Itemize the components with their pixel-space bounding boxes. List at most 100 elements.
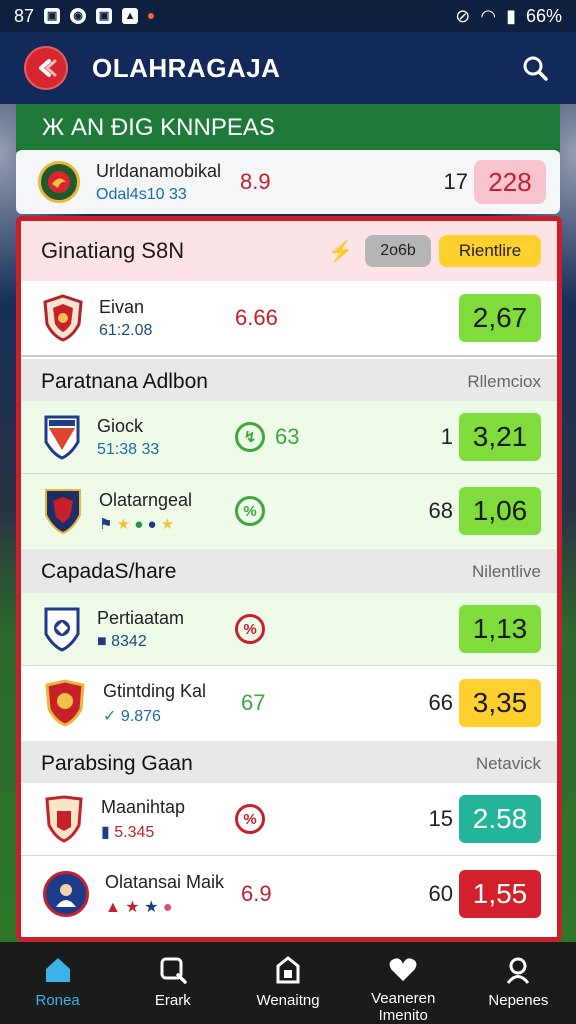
odd-number: 1 bbox=[440, 424, 453, 449]
match-row[interactable]: Olatarngeal ⚑ ★ ● ● ★ % 68 1,06 bbox=[21, 474, 557, 548]
team-logo bbox=[43, 871, 89, 917]
notification-icon: ▣ bbox=[44, 8, 61, 24]
lightning-icon: ⚡ bbox=[328, 240, 353, 263]
home-icon bbox=[45, 958, 70, 982]
nav-label: Wenaitng bbox=[256, 992, 320, 1009]
odd-button[interactable]: 1,06 bbox=[459, 487, 541, 535]
odd-button[interactable]: 2.58 bbox=[459, 795, 541, 843]
star-icon: ★ bbox=[144, 898, 159, 916]
match-row[interactable]: Pertiaatam ■ 8342 % 1,13 bbox=[21, 593, 557, 665]
team-logo bbox=[43, 487, 83, 535]
nav-betting[interactable]: Wenaitng bbox=[230, 942, 345, 1024]
nav-search[interactable]: Erark bbox=[115, 942, 230, 1024]
match-info: ▮ 5.345 bbox=[101, 822, 185, 842]
match-info-value: 9.876 bbox=[120, 707, 161, 725]
odd-number: 60 bbox=[428, 881, 453, 906]
match-info-value: 8342 bbox=[111, 632, 147, 650]
shield-crest-icon bbox=[45, 489, 81, 535]
back-button[interactable] bbox=[24, 46, 68, 90]
dot-icon: ● bbox=[134, 515, 144, 533]
live-marker-icon: % bbox=[235, 614, 265, 644]
team-name: Olatansai Maik bbox=[105, 871, 225, 892]
odd-mid: 67 bbox=[241, 690, 266, 715]
odd-mid: 6.66 bbox=[235, 305, 278, 330]
search-icon bbox=[160, 957, 187, 984]
nav-profile[interactable]: Nepenes bbox=[461, 942, 576, 1024]
match-info: 51:38 33 bbox=[97, 440, 160, 458]
star-icon: ★ bbox=[125, 898, 140, 916]
shield-crest-icon bbox=[43, 294, 83, 342]
live-pill[interactable]: Rientlire bbox=[439, 235, 541, 267]
nav-home[interactable]: Ronea bbox=[0, 942, 115, 1024]
odd-mid: 8.9 bbox=[240, 169, 271, 194]
player-emblem-icon bbox=[56, 884, 76, 907]
nav-favorites[interactable]: Veaneren Imenito bbox=[346, 942, 461, 1024]
section-header: CapadaS/hare Nilentlive bbox=[21, 549, 557, 595]
match-info-value: 5.345 bbox=[114, 823, 155, 841]
flag-icon: ▲ bbox=[105, 898, 121, 916]
shield-crest-icon bbox=[44, 607, 80, 652]
team-name: Eivan bbox=[99, 296, 145, 317]
circle-app-icon: ◉ bbox=[70, 8, 87, 24]
odd-button[interactable]: 3,21 bbox=[459, 413, 541, 461]
status-time: 87 bbox=[14, 5, 35, 26]
odd-button[interactable]: 3,35 bbox=[459, 679, 541, 727]
star-icon: ★ bbox=[116, 515, 131, 533]
shirt-icon: ■ bbox=[97, 632, 107, 650]
star-icon: ★ bbox=[160, 515, 175, 533]
odd-number: 66 bbox=[428, 690, 453, 715]
odd-mid: 6.9 bbox=[241, 881, 272, 906]
featured-header: Ginatiang S8N ⚡ 2o6b Rientlire bbox=[21, 221, 557, 281]
team-name: Maanihtap bbox=[101, 796, 186, 817]
odd-button[interactable]: 228 bbox=[474, 160, 546, 204]
section-title: Paratnana Adlbon bbox=[41, 370, 208, 393]
status-bar: 87 ▣ ◉ ▣ ▲ ⊘ ◠ ▮ 66% bbox=[0, 0, 576, 32]
dot-icon: ● bbox=[162, 898, 173, 916]
section-title: Parabsing Gaan bbox=[41, 752, 193, 775]
odd-button[interactable]: 1,55 bbox=[459, 870, 541, 918]
nav-label: Veaneren Imenito bbox=[371, 990, 436, 1024]
match-row[interactable]: Eivan 61:2.08 6.66 2,67 bbox=[21, 281, 557, 355]
odd-number: 68 bbox=[428, 498, 453, 523]
section-status: Nilentlive bbox=[472, 562, 541, 581]
team-logo bbox=[43, 679, 87, 727]
odd-button[interactable]: 1,13 bbox=[459, 605, 541, 653]
odd-number: 15 bbox=[428, 806, 453, 831]
back-arrow-icon bbox=[39, 59, 57, 77]
match-row[interactable]: Gtintding Kal ✓ 9.876 67 66 3,35 bbox=[21, 666, 557, 740]
team-name: Gtintding Kal bbox=[103, 680, 207, 701]
battery-text: 66% bbox=[525, 5, 562, 26]
app-bar: OLAHRAGAJA bbox=[0, 32, 576, 104]
wifi-icon: ◠ bbox=[480, 5, 497, 26]
form-indicators: ⚑ ★ ● ● ★ bbox=[99, 515, 192, 533]
nav-label: Ronea bbox=[35, 992, 80, 1009]
team-name: Pertiaatam bbox=[97, 607, 185, 628]
top-match-card[interactable]: Urldanamobikal Odal4s10 33 8.9 17 228 bbox=[16, 150, 560, 214]
team-logo bbox=[43, 414, 81, 460]
featured-title: Ginatiang S8N bbox=[41, 238, 185, 263]
team-logo bbox=[43, 795, 85, 843]
team-name: Olatarngeal bbox=[99, 489, 193, 510]
search-icon bbox=[523, 56, 548, 81]
match-info: ■ 8342 bbox=[97, 633, 184, 651]
match-row[interactable]: Maanihtap ▮ 5.345 % 15 2.58 bbox=[21, 783, 557, 855]
odd-number: 17 bbox=[443, 169, 468, 194]
section-status: Netavick bbox=[475, 754, 541, 773]
section-title: CapadaS/hare bbox=[41, 560, 177, 583]
match-info: 61:2.08 bbox=[99, 321, 153, 339]
odd-button[interactable]: 2,67 bbox=[459, 294, 541, 342]
match-row[interactable]: Olatansai Maik ▲ ★ ★ ● 6.9 60 1,55 bbox=[21, 856, 557, 932]
bird-emblem-icon bbox=[48, 171, 70, 193]
live-marker-icon: % bbox=[235, 804, 265, 834]
league-banner: Ж AN ÐIG KNNPEAS bbox=[16, 104, 560, 152]
notification-icon: ▣ bbox=[96, 8, 113, 24]
signal-icon: ▮ bbox=[506, 5, 516, 26]
filter-pill[interactable]: 2o6b bbox=[365, 235, 431, 267]
match-row[interactable]: Giock 51:38 33 ↯ 63 1 3,21 bbox=[21, 401, 557, 473]
chart-icon: ▮ bbox=[101, 823, 110, 841]
mute-icon: ⊘ bbox=[455, 5, 471, 26]
search-button[interactable] bbox=[518, 51, 552, 85]
live-marker-icon: % bbox=[235, 496, 265, 526]
drive-icon: ▲ bbox=[122, 8, 139, 24]
form-indicators: ▲ ★ ★ ● bbox=[105, 897, 224, 917]
